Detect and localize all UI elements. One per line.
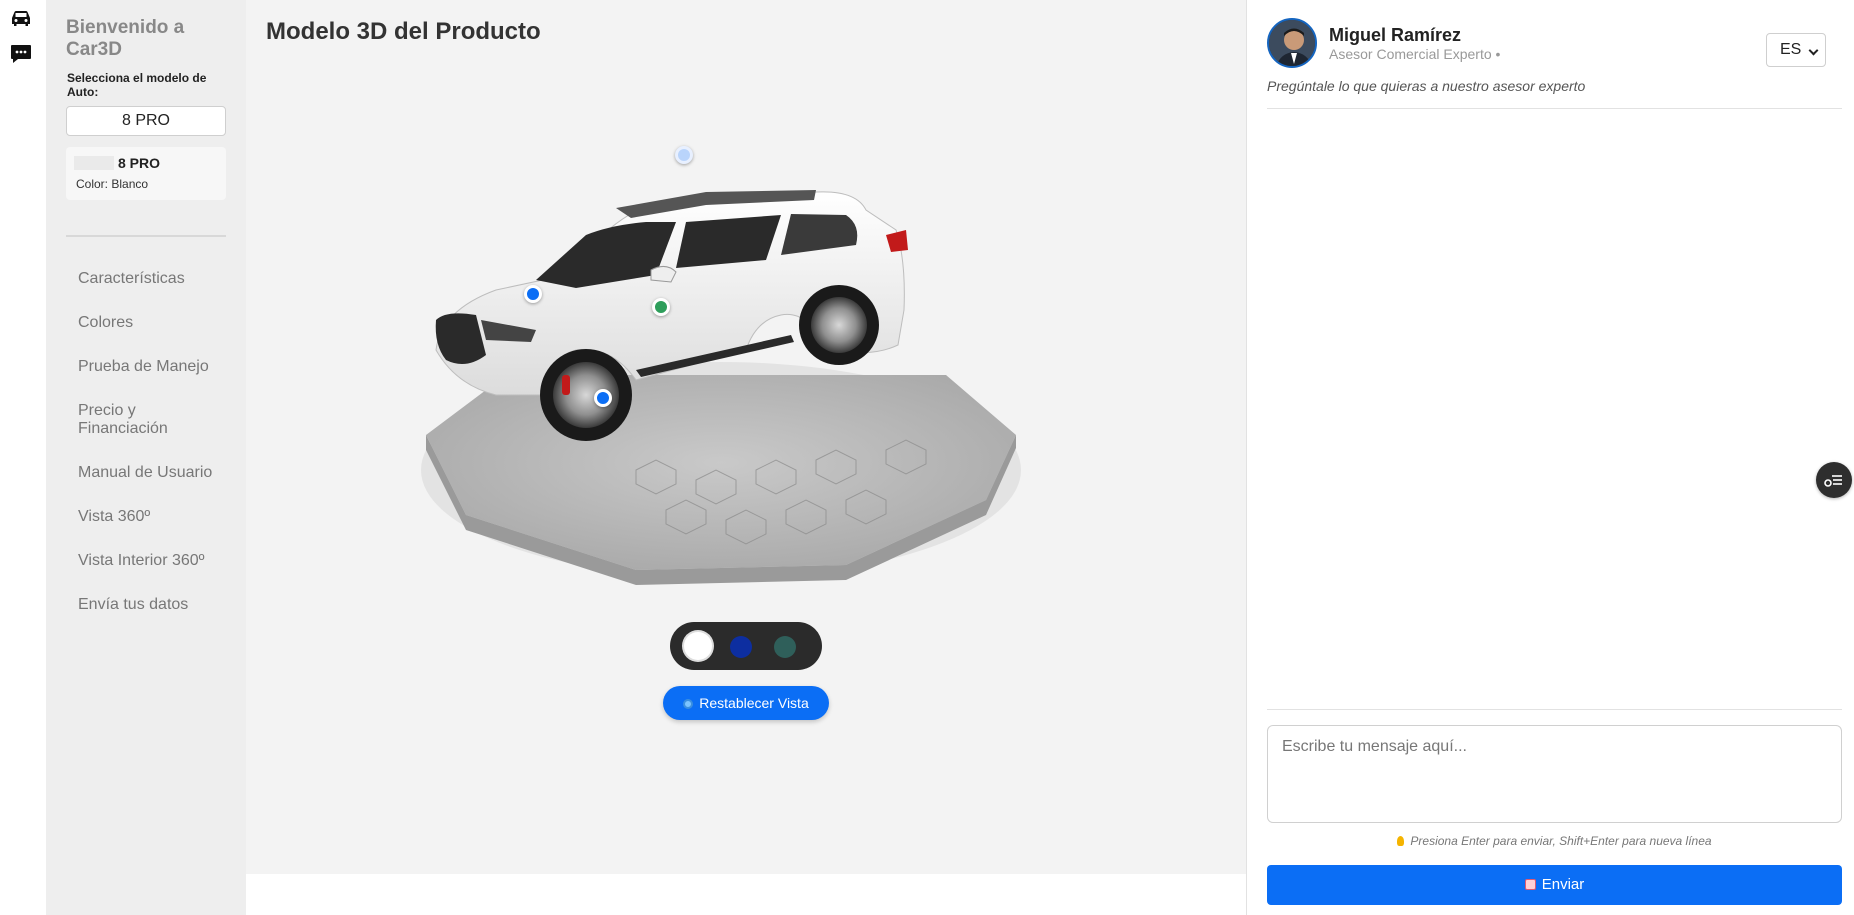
color-swatch-white[interactable]: [684, 632, 712, 660]
color-swatch-blue[interactable]: [730, 636, 752, 658]
message-input[interactable]: [1267, 725, 1842, 823]
icon-rail: [0, 0, 46, 915]
hotspot-wheel[interactable]: [594, 389, 612, 407]
selected-model-color: Color: Blanco: [76, 177, 149, 191]
send-hint: Presiona Enter para enviar, Shift+Enter …: [1267, 834, 1842, 848]
color-swatch-teal[interactable]: [774, 636, 796, 658]
magnifier-icon: [683, 699, 694, 709]
floating-menu-button[interactable]: [1816, 462, 1852, 498]
model-thumbnail: [74, 156, 114, 170]
sidebar-item-caracteristicas[interactable]: Características: [78, 270, 185, 288]
car-icon[interactable]: [9, 6, 33, 30]
chat-messages[interactable]: [1267, 112, 1842, 706]
product-3d-viewer: Modelo 3D del Producto Restablecer Vista: [246, 0, 1246, 874]
language-value: ES: [1780, 41, 1802, 58]
language-select[interactable]: ES: [1766, 33, 1826, 67]
chevron-down-icon: [1808, 45, 1819, 56]
send-button[interactable]: Enviar: [1267, 865, 1842, 905]
sidebar-item-colores[interactable]: Colores: [78, 314, 133, 332]
reset-view-button[interactable]: Restablecer Vista: [663, 686, 829, 720]
chat-subtitle: Pregúntale lo que quieras a nuestro ases…: [1267, 78, 1586, 94]
list-settings-icon: [1824, 475, 1842, 487]
chat-header-divider: [1267, 108, 1842, 109]
model-input[interactable]: 8 PRO: [66, 106, 226, 136]
sidebar-item-envia-tus-datos[interactable]: Envía tus datos: [78, 596, 188, 614]
color-swatch-bar: [670, 622, 822, 670]
car-3d-model[interactable]: [386, 146, 1026, 590]
sidebar-title: Bienvenido a Car3D: [66, 17, 185, 60]
selected-model-card: 8 PRO Color: Blanco: [66, 147, 226, 200]
hotspot-door[interactable]: [652, 298, 670, 316]
chat-bubble-icon[interactable]: [9, 42, 33, 66]
send-hint-text: Presiona Enter para enviar, Shift+Enter …: [1410, 834, 1712, 848]
page-title: Modelo 3D del Producto: [266, 18, 541, 45]
agent-role: Asesor Comercial Experto •: [1329, 46, 1501, 62]
agent-name: Miguel Ramírez: [1329, 25, 1462, 45]
lightbulb-icon: [1397, 836, 1405, 846]
hotspot-hood[interactable]: [524, 285, 542, 303]
reset-view-label: Restablecer Vista: [699, 695, 809, 711]
send-button-label: Enviar: [1541, 876, 1585, 893]
sidebar-item-vista-360[interactable]: Vista 360º: [78, 508, 150, 526]
sidebar-item-precio-y-financiacion[interactable]: Precio y Financiación: [78, 402, 193, 438]
chat-panel: Miguel Ramírez Asesor Comercial Experto …: [1246, 0, 1854, 915]
sidebar-item-vista-interior-360[interactable]: Vista Interior 360º: [78, 552, 205, 570]
hotspot-roof[interactable]: [675, 146, 693, 164]
sidebar-item-manual-de-usuario[interactable]: Manual de Usuario: [78, 464, 212, 482]
sidebar: Bienvenido a Car3D Selecciona el modelo …: [46, 0, 246, 915]
chat-input-divider: [1267, 709, 1842, 710]
selected-model-name: 8 PRO: [118, 155, 161, 171]
sidebar-item-prueba-de-manejo[interactable]: Prueba de Manejo: [78, 358, 209, 376]
send-icon: [1524, 879, 1536, 890]
avatar: [1267, 18, 1317, 68]
main-footer-strip: [246, 874, 1246, 915]
model-select-label: Selecciona el modelo de Auto:: [67, 71, 207, 99]
sidebar-divider: [66, 235, 226, 237]
